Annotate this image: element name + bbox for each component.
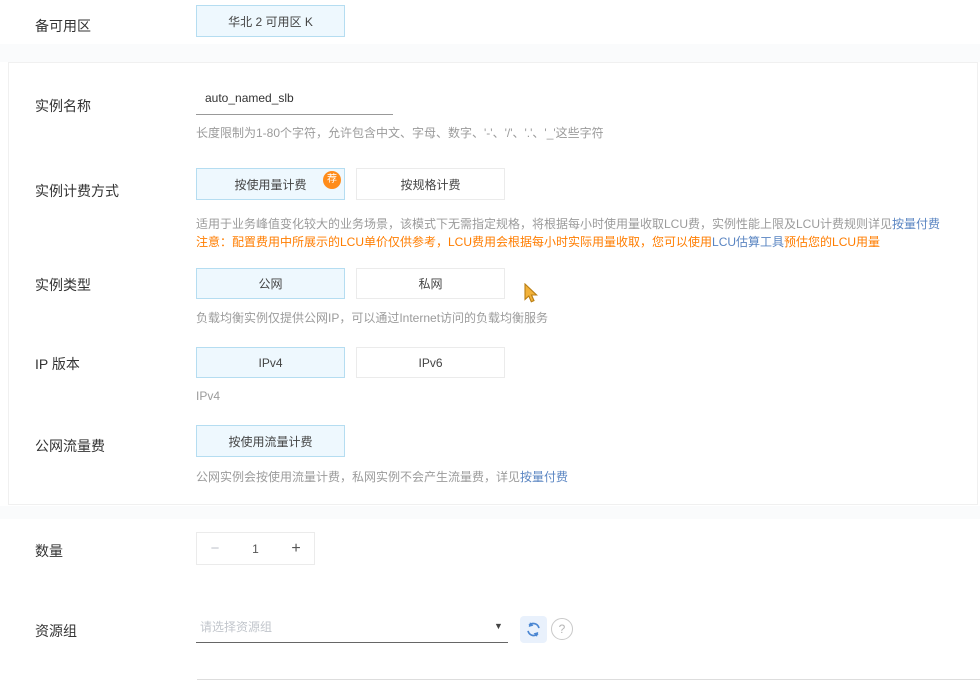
instance-name-underline <box>196 114 393 115</box>
recommend-badge-icon: 荐 <box>323 171 341 189</box>
instance-name-hint: 长度限制为1-80个字符，允许包含中文、字母、数字、'-'、'/'、'.'、'_… <box>196 124 604 141</box>
quantity-value[interactable]: 1 <box>233 542 278 556</box>
instance-type-description: 负载均衡实例仅提供公网IP，可以通过Internet访问的负载均衡服务 <box>196 309 548 326</box>
zone-option-button[interactable]: 华北 2 可用区 K <box>196 5 345 37</box>
billing-description-text: 适用于业务峰值变化较大的业务场景，该模式下无需指定规格，将根据每小时使用量收取L… <box>196 217 892 231</box>
pay-as-you-go-link[interactable]: 按量付费 <box>892 217 940 231</box>
type-option-private[interactable]: 私网 <box>356 268 505 299</box>
ip-version-label: IP 版本 <box>35 354 80 374</box>
pay-as-you-go-link-2[interactable]: 按量付费 <box>520 470 568 484</box>
ip-option-ipv6[interactable]: IPv6 <box>356 347 505 378</box>
resource-group-label: 资源组 <box>35 621 77 641</box>
traffic-fee-description-text: 公网实例会按使用流量计费，私网实例不会产生流量费，详见 <box>196 470 520 484</box>
instance-name-label: 实例名称 <box>35 96 91 116</box>
billing-method-label: 实例计费方式 <box>35 181 119 201</box>
refresh-button[interactable] <box>520 616 547 643</box>
footer-divider <box>197 679 980 680</box>
section-gap <box>0 506 980 519</box>
billing-notice-end: 预估您的LCU用量 <box>784 235 880 249</box>
billing-option-usage-text: 按使用量计费 <box>234 176 306 193</box>
minus-button[interactable]: − <box>197 540 233 557</box>
quantity-stepper: − 1 + <box>196 532 315 565</box>
ip-option-ipv4[interactable]: IPv4 <box>196 347 345 378</box>
section-gap <box>0 44 980 62</box>
resource-group-select[interactable]: 请选择资源组 <box>200 618 272 635</box>
chevron-down-icon[interactable]: ▼ <box>494 621 503 631</box>
instance-name-input[interactable]: auto_named_slb <box>205 91 294 105</box>
billing-notice: 注意：配置费用中所展示的LCU单价仅供参考，LCU费用会根据每小时实际用量收取，… <box>196 233 880 250</box>
traffic-fee-label: 公网流量费 <box>35 436 105 456</box>
quantity-label: 数量 <box>35 541 63 561</box>
resource-group-underline <box>196 642 508 643</box>
plus-button[interactable]: + <box>278 540 314 558</box>
traffic-fee-option[interactable]: 按使用流量计费 <box>196 425 345 457</box>
refresh-icon <box>525 621 542 638</box>
ip-version-current: IPv4 <box>196 389 220 403</box>
billing-notice-text: 注意：配置费用中所展示的LCU单价仅供参考，LCU费用会根据每小时实际用量收取，… <box>196 235 712 249</box>
instance-type-label: 实例类型 <box>35 275 91 295</box>
billing-option-spec[interactable]: 按规格计费 <box>356 168 505 200</box>
backup-zone-label: 备可用区 <box>35 16 91 36</box>
billing-description: 适用于业务峰值变化较大的业务场景，该模式下无需指定规格，将根据每小时使用量收取L… <box>196 215 940 232</box>
mouse-cursor-icon <box>523 283 540 305</box>
billing-option-usage[interactable]: 按使用量计费 荐 <box>196 168 345 200</box>
traffic-fee-description: 公网实例会按使用流量计费，私网实例不会产生流量费，详见按量付费 <box>196 468 568 485</box>
help-icon[interactable]: ? <box>551 618 573 640</box>
slb-create-form: 备可用区 华北 2 可用区 K 实例名称 auto_named_slb 长度限制… <box>0 0 980 685</box>
type-option-public[interactable]: 公网 <box>196 268 345 299</box>
lcu-estimator-link[interactable]: LCU估算工具 <box>712 235 784 249</box>
